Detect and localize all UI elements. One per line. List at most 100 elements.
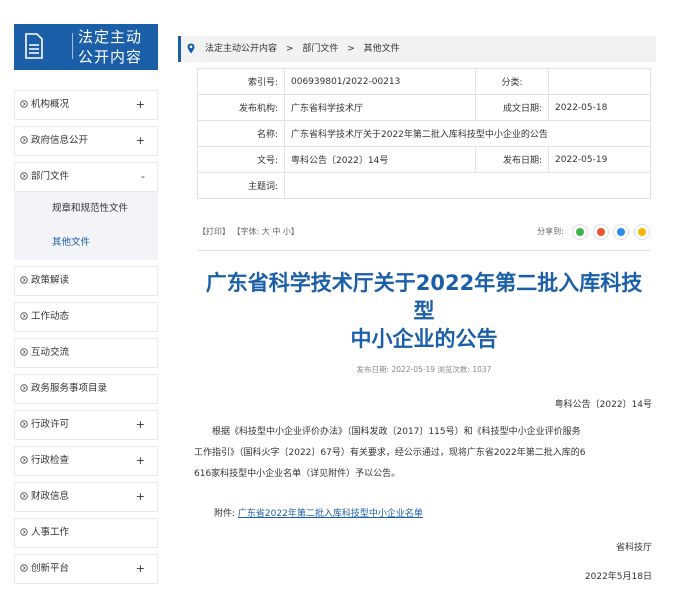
arrow-circle-icon	[20, 312, 28, 320]
meta-value: 006939801/2022-00213	[283, 68, 477, 95]
publish-info: 发布日期: 2022-05-19 浏览次数: 1037	[356, 365, 492, 374]
expand-icon[interactable]: +	[136, 411, 145, 439]
document-number: 粤科公告〔2022〕14号	[554, 400, 652, 410]
body-line: 616家科技型中小企业名单（详见附件）予以公告。	[194, 469, 401, 479]
sidebar-item-work-updates[interactable]: 工作动态	[14, 302, 158, 332]
sidebar-item-org-overview[interactable]: 机构概况 +	[14, 90, 158, 120]
font-small-link[interactable]: 小】	[283, 227, 299, 236]
expand-icon[interactable]: +	[136, 555, 145, 583]
table-row: 名称: 广东省科学技术厅关于2022年第二批入库科技型中小企业的公告	[197, 120, 651, 147]
sidebar-item-innovation-platform[interactable]: 创新平台 +	[14, 554, 158, 584]
sidebar: 法定主动 公开内容 机构概况 + 政府信息公开 + 部门文件 - 规章和规范性文…	[14, 24, 158, 584]
sidebar-item-label: 政策解读	[31, 275, 70, 286]
article-title-line2: 中小企业的公告	[350, 327, 498, 351]
expand-icon[interactable]: +	[136, 447, 145, 475]
meta-key: 文号:	[197, 146, 285, 173]
breadcrumb-link-dept-files[interactable]: 部门文件	[302, 44, 338, 54]
breadcrumb-link-other-files[interactable]: 其他文件	[364, 44, 400, 54]
body-paragraph: 根据《科技型中小企业评价办法》（国科发政〔2017〕115号）和《科技型中小企业…	[212, 427, 581, 437]
attachment-link[interactable]: 广东省2022年第二批入库科技型中小企业名单	[238, 509, 423, 519]
qzone-share-icon[interactable]	[634, 223, 650, 240]
arrow-circle-icon	[20, 100, 28, 108]
weibo-share-icon[interactable]	[592, 223, 609, 240]
sidebar-title-line2: 公开内容	[77, 48, 142, 66]
breadcrumb-separator: >	[285, 44, 294, 54]
print-link[interactable]: 【打印】	[198, 227, 230, 236]
sidebar-item-service-catalog[interactable]: 政务服务事项目录	[14, 374, 158, 404]
arrow-circle-icon	[20, 564, 28, 572]
qq-share-icon[interactable]	[613, 223, 630, 240]
table-row: 主题词:	[197, 172, 651, 199]
font-medium-link[interactable]: 中	[272, 227, 280, 236]
sidebar-item-label: 工作动态	[31, 311, 70, 322]
expand-icon[interactable]: +	[136, 483, 145, 511]
article-toolbar: 【打印】 【字体: 大 中 小】 分享到:	[198, 222, 650, 242]
sidebar-item-personnel[interactable]: 人事工作	[14, 518, 158, 548]
meta-key: 分类:	[475, 68, 550, 95]
sidebar-item-admin-inspection[interactable]: 行政检查 +	[14, 446, 158, 476]
table-row: 发布机构: 广东省科学技术厅 成文日期: 2022-05-18	[197, 94, 651, 121]
meta-value: 广东省科学技术厅	[283, 94, 477, 121]
article-title: 广东省科学技术厅关于2022年第二批入库科技型 中小企业的公告	[198, 269, 650, 353]
signature-date: 2022年5月18日	[584, 572, 652, 582]
font-size-label: 【字体:	[232, 227, 260, 236]
meta-key: 名称:	[197, 120, 285, 147]
sidebar-item-label: 政务服务事项目录	[31, 383, 108, 394]
arrow-circle-icon	[20, 348, 28, 356]
arrow-circle-icon	[20, 420, 28, 428]
expand-icon[interactable]: +	[136, 91, 145, 119]
sidebar-item-label: 机构概况	[31, 99, 70, 110]
table-row: 文号: 粤科公告〔2022〕14号 发布日期: 2022-05-19	[197, 146, 651, 173]
meta-value	[284, 172, 651, 199]
meta-value: 广东省科学技术厅关于2022年第二批入库科技型中小企业的公告	[284, 120, 651, 147]
share-label: 分享到:	[537, 227, 564, 236]
divider	[198, 250, 650, 251]
meta-value: 粤科公告〔2022〕14号	[283, 146, 477, 173]
breadcrumb-link-public-content[interactable]: 法定主动公开内容	[205, 44, 277, 54]
arrow-circle-icon	[20, 384, 28, 392]
arrow-circle-icon	[20, 172, 28, 180]
expand-icon[interactable]: +	[136, 127, 145, 155]
article-body: 根据《科技型中小企业评价办法》（国科发政〔2017〕115号）和《科技型中小企业…	[194, 422, 654, 485]
header-separator	[72, 33, 73, 59]
arrow-circle-icon	[20, 276, 28, 284]
meta-key: 成文日期:	[475, 94, 550, 121]
collapse-icon[interactable]: -	[141, 163, 145, 191]
sidebar-subitem-regulations[interactable]: 规章和规范性文件	[14, 192, 158, 226]
arrow-circle-icon	[20, 456, 28, 464]
main-content: 法定主动公开内容 > 部门文件 > 其他文件 索引号: 006939801/20…	[178, 24, 656, 582]
sidebar-item-finance[interactable]: 财政信息 +	[14, 482, 158, 512]
arrow-circle-icon	[20, 136, 28, 144]
meta-value: 2022-05-19	[548, 146, 651, 173]
arrow-circle-icon	[20, 492, 28, 500]
sidebar-item-label: 互动交流	[31, 347, 70, 358]
location-pin-icon	[187, 43, 195, 54]
wechat-share-icon[interactable]	[572, 223, 589, 240]
breadcrumb-separator: >	[347, 44, 355, 54]
share-bar: 分享到:	[537, 222, 650, 242]
sidebar-item-label: 人事工作	[31, 527, 70, 538]
document-icon	[25, 33, 43, 59]
meta-key: 发布日期:	[475, 146, 550, 173]
sidebar-item-info-disclosure[interactable]: 政府信息公开 +	[14, 126, 158, 156]
sidebar-item-label: 创新平台	[31, 563, 70, 574]
font-large-link[interactable]: 大	[262, 227, 270, 236]
arrow-circle-icon	[20, 528, 28, 536]
sidebar-item-interaction[interactable]: 互动交流	[14, 338, 158, 368]
signature-org: 省科技厅	[615, 543, 652, 553]
attachment: 附件: 广东省2022年第二批入库科技型中小企业名单	[214, 506, 423, 519]
sidebar-item-dept-files[interactable]: 部门文件 -	[14, 162, 158, 192]
body-line: 工作指引》（国科火字〔2022〕67号）有关要求，经公示通过，现将广东省2022…	[194, 448, 586, 458]
sidebar-item-label: 行政检查	[31, 455, 70, 466]
sidebar-item-policy-interpretation[interactable]: 政策解读	[14, 266, 158, 296]
sidebar-subitem-other-files[interactable]: 其他文件	[14, 226, 158, 260]
sidebar-header: 法定主动 公开内容	[14, 24, 158, 70]
breadcrumb: 法定主动公开内容 > 部门文件 > 其他文件	[178, 36, 656, 62]
meta-key: 发布机构:	[197, 94, 285, 121]
sidebar-item-label: 行政许可	[31, 419, 70, 430]
sidebar-item-label: 政府信息公开	[31, 135, 89, 146]
article-title-line1: 广东省科学技术厅关于2022年第二批入库科技型	[205, 271, 643, 323]
attachment-label: 附件:	[214, 509, 236, 519]
sidebar-item-admin-license[interactable]: 行政许可 +	[14, 410, 158, 440]
sidebar-item-label: 财政信息	[31, 491, 70, 502]
